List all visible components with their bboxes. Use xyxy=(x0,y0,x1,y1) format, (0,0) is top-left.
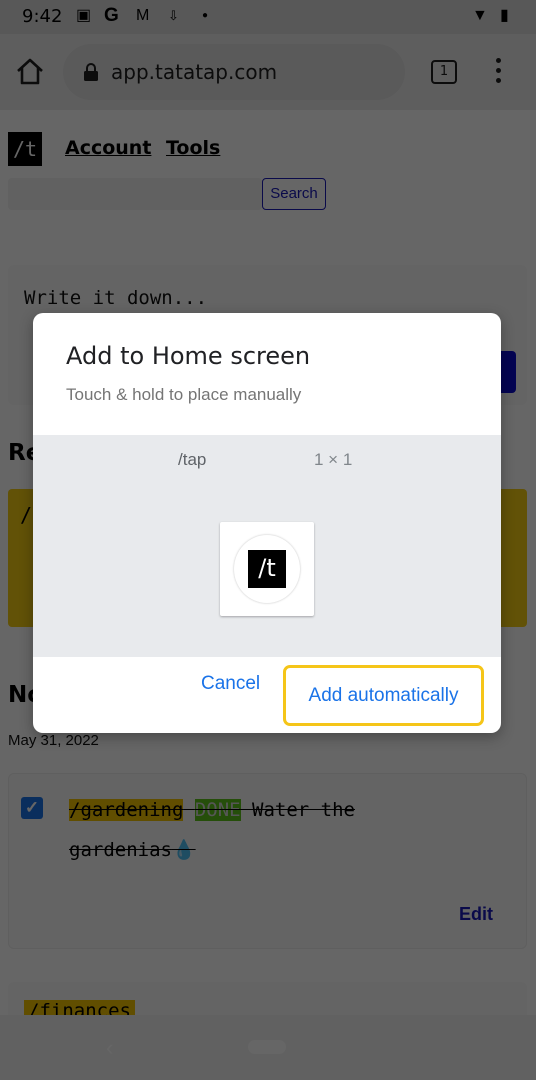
shortcut-icon-tile[interactable]: /t xyxy=(220,522,314,616)
shortcut-preview: /tap 1 × 1 /t xyxy=(33,435,501,657)
shortcut-name: /tap xyxy=(178,450,207,469)
shortcut-icon-circle: /t xyxy=(234,535,300,603)
cancel-button[interactable]: Cancel xyxy=(201,673,260,695)
dialog-subtitle: Touch & hold to place manually xyxy=(66,385,302,404)
add-automatically-button[interactable]: Add automatically xyxy=(283,665,484,726)
add-to-home-dialog: Add to Home screen Touch & hold to place… xyxy=(33,313,501,733)
shortcut-size: 1 × 1 xyxy=(314,450,353,469)
dialog-title: Add to Home screen xyxy=(66,342,311,370)
app-logo-icon: /t xyxy=(248,550,286,588)
